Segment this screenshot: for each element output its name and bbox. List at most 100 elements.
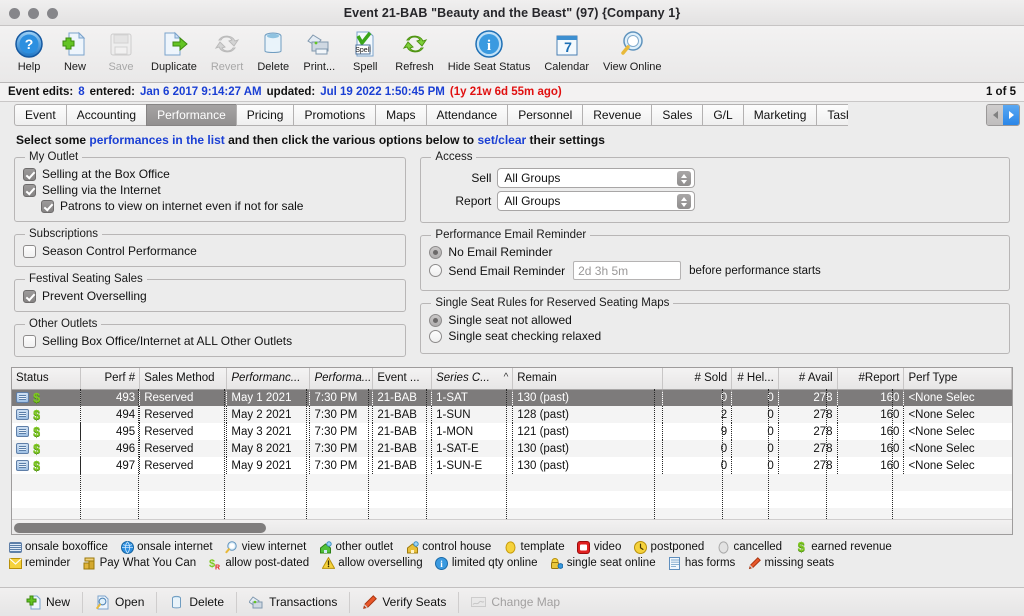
legend-allow-post-dated: $ R allow post-dated (208, 555, 309, 571)
toolbar-button-duplicate[interactable]: Duplicate (144, 28, 204, 73)
reminder-interval-input[interactable]: 2d 3h 5m (573, 261, 682, 280)
tab-maps[interactable]: Maps (375, 104, 426, 126)
toolbar-button-print[interactable]: Print... (296, 28, 342, 73)
window-controls[interactable] (9, 8, 58, 19)
tab-scroll-left-button[interactable] (987, 105, 1003, 125)
radio-button[interactable] (429, 245, 443, 259)
toolbar-label: Save (108, 61, 134, 73)
tab-label: Accounting (76, 108, 137, 122)
toolbar-button-help[interactable]: ? Help (6, 28, 52, 73)
col-held[interactable]: # Hel... (731, 368, 779, 390)
checkbox-box[interactable] (23, 289, 36, 303)
table-row[interactable]: $ 495 Reserved May 3 2021 7:30 PM 21-BAB… (12, 423, 1012, 440)
tab-revenue[interactable]: Revenue (582, 104, 652, 126)
new-button[interactable]: New (14, 591, 84, 613)
tab-task[interactable]: Task (816, 104, 849, 126)
tab-attendance[interactable]: Attendance (425, 104, 508, 126)
tab-accounting[interactable]: Accounting (65, 104, 147, 126)
group-legend: Subscriptions (29, 228, 99, 240)
checkbox-selling-all-other-outlets[interactable]: Selling Box Office/Internet at ALL Other… (23, 334, 397, 348)
performances-table[interactable]: Status Perf # Sales Method Performanc...… (11, 367, 1013, 535)
table-row[interactable]: $ 493 Reserved May 1 2021 7:30 PM 21-BAB… (12, 389, 1012, 406)
tab-personnel[interactable]: Personnel (507, 104, 583, 126)
col-performance-time[interactable]: Performa... (309, 368, 374, 390)
tab-gl[interactable]: G/L (702, 104, 743, 126)
col-sold[interactable]: # Sold (662, 368, 733, 390)
scrollbar-thumb[interactable] (14, 523, 266, 533)
radio-single-seat-not-allowed[interactable]: Single seat not allowed (429, 313, 1001, 327)
col-report[interactable]: #Report (837, 368, 905, 390)
report-groups-select[interactable]: All Groups (497, 191, 696, 211)
updated-label: updated: (266, 86, 316, 98)
instruction-link-setclear[interactable]: set/clear (477, 133, 526, 147)
tab-marketing[interactable]: Marketing (742, 104, 817, 126)
radio-button[interactable] (429, 264, 443, 277)
minimize-button[interactable] (28, 8, 39, 19)
table-row[interactable]: $ 494 Reserved May 2 2021 7:30 PM 21-BAB… (12, 406, 1012, 423)
cell-series: 1-SAT (431, 389, 514, 406)
maximize-button[interactable] (47, 8, 58, 19)
col-event[interactable]: Event ... (372, 368, 433, 390)
col-perf-type[interactable]: Perf Type (903, 368, 1012, 390)
checkbox-prevent-overselling[interactable]: Prevent Overselling (23, 289, 397, 303)
table-row[interactable]: $ 497 Reserved May 9 2021 7:30 PM 21-BAB… (12, 457, 1012, 474)
table-horizontal-scrollbar[interactable] (12, 519, 1012, 534)
checkbox-box[interactable] (41, 199, 54, 213)
tab-sales[interactable]: Sales (651, 104, 703, 126)
toolbar-button-delete[interactable]: Delete (250, 28, 296, 73)
change-map-button[interactable]: Change Map (459, 592, 572, 613)
checkbox-season-control-performance[interactable]: Season Control Performance (23, 244, 397, 258)
col-perf-num[interactable]: Perf # (80, 368, 141, 390)
transactions-button[interactable]: Transactions (237, 591, 351, 613)
toolbar-button-calendar[interactable]: 7 Calendar (537, 28, 596, 73)
cell-sold: 0 (662, 440, 733, 457)
toolbar-button-refresh[interactable]: Refresh (388, 28, 441, 73)
delete-button[interactable]: Delete (157, 591, 238, 613)
toolbar-button-spell[interactable]: Spell Spell (342, 28, 388, 73)
toolbar-button-save[interactable]: Save (98, 28, 144, 73)
tab-scroll-right-button[interactable] (1003, 105, 1019, 125)
tab-label: Performance (157, 108, 226, 122)
toolbar-button-view-online[interactable]: View Online (596, 28, 669, 73)
options-panes: My Outlet Selling at the Box Office Sell… (0, 151, 1024, 363)
col-sales-method[interactable]: Sales Method (139, 368, 228, 390)
col-avail[interactable]: # Avail (778, 368, 838, 390)
checkbox-box[interactable] (23, 334, 36, 348)
tab-pricing[interactable]: Pricing (235, 104, 294, 126)
toolbar-button-revert[interactable]: Revert (204, 28, 250, 73)
cell-perf-time: 7:30 PM (309, 423, 374, 440)
open-button[interactable]: Open (83, 591, 158, 613)
chevron-updown-icon[interactable] (677, 194, 692, 209)
toolbar-button-hide-seat-status[interactable]: i Hide Seat Status (441, 28, 538, 73)
checkbox-box[interactable] (23, 244, 36, 258)
tab-label: Personnel (518, 108, 573, 122)
table-row[interactable]: $ 496 Reserved May 8 2021 7:30 PM 21-BAB… (12, 440, 1012, 457)
radio-send-email-reminder[interactable]: Send Email Reminder 2d 3h 5m before perf… (429, 261, 1001, 280)
col-remain[interactable]: Remain (512, 368, 664, 390)
radio-button[interactable] (429, 313, 443, 327)
checkbox-box[interactable] (23, 183, 36, 197)
view-internet-icon (225, 540, 239, 554)
tab-performance[interactable]: Performance (146, 104, 236, 126)
col-series-code[interactable]: Series C... ^ (431, 368, 514, 390)
checkbox-patrons-view-internet[interactable]: Patrons to view on internet even if not … (23, 199, 397, 213)
radio-button[interactable] (429, 329, 443, 343)
tab-event[interactable]: Event (14, 104, 66, 126)
checkbox-selling-via-internet[interactable]: Selling via the Internet (23, 183, 397, 197)
col-status[interactable]: Status (12, 368, 82, 390)
radio-no-email-reminder[interactable]: No Email Reminder (429, 245, 1001, 259)
cell-sales-method: Reserved (139, 440, 228, 457)
tab-promotions[interactable]: Promotions (293, 104, 376, 126)
verify-seats-button[interactable]: Verify Seats (350, 591, 460, 613)
tab-scroll-controls[interactable] (986, 104, 1020, 126)
sell-groups-select[interactable]: All Groups (497, 168, 696, 188)
cell-status: $ (12, 389, 82, 406)
toolbar-button-new[interactable]: New (52, 28, 98, 73)
close-button[interactable] (9, 8, 20, 19)
radio-single-seat-relaxed[interactable]: Single seat checking relaxed (429, 329, 1001, 343)
instruction-link-performances[interactable]: performances in the list (89, 133, 224, 147)
col-performance-date[interactable]: Performanc... (226, 368, 311, 390)
chevron-updown-icon[interactable] (677, 171, 692, 186)
checkbox-box[interactable] (23, 167, 36, 181)
checkbox-selling-at-box-office[interactable]: Selling at the Box Office (23, 167, 397, 181)
